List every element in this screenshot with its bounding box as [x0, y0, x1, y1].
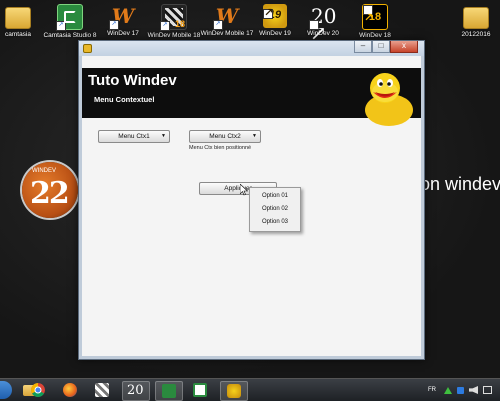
- desktop-icon-windev18[interactable]: 18 ↗ WinDev 18: [345, 4, 405, 40]
- context-menu-item-option-02[interactable]: Option 02: [250, 203, 300, 216]
- maximize-button[interactable]: □: [372, 41, 390, 53]
- window-controls: – □ x: [354, 41, 418, 53]
- desktop-icon-windev20[interactable]: 20 ↗ WinDev 20: [293, 4, 353, 45]
- desktop-icon-windev-mobile18[interactable]: 18 ↗ WinDev Mobile 18: [144, 4, 204, 40]
- network-icon[interactable]: [444, 387, 452, 394]
- menu-ctx-caption: Menu Ctx bien positionné: [189, 145, 252, 151]
- minimize-button[interactable]: –: [354, 41, 372, 53]
- header-banner: Tuto Windev Menu Contextuel: [82, 68, 421, 126]
- windev19-icon: 19 ↗: [263, 4, 287, 28]
- shortcut-arrow-icon: ↗: [213, 20, 223, 30]
- windev-mobile-icon: [95, 383, 109, 397]
- shortcut-arrow-icon: ↗: [363, 5, 373, 24]
- action-center-icon[interactable]: [457, 387, 464, 394]
- app-window: – □ x Tuto Windev Menu Contextuel Menu C…: [78, 40, 425, 360]
- chrome-icon: [31, 383, 45, 397]
- window-client-area: Tuto Windev Menu Contextuel Menu Ctx1 ▼ …: [82, 56, 421, 356]
- folder-icon: [463, 7, 489, 29]
- firefox-icon: [63, 383, 77, 397]
- taskbar-item-windev-app[interactable]: [89, 381, 115, 399]
- desktop-icon-camtasia-studio[interactable]: ↗ Camtasia Studio 8: [40, 4, 100, 40]
- windev22-logo: WINDEV 22: [22, 162, 78, 218]
- volume-icon[interactable]: [469, 386, 478, 394]
- taskbar-item-firefox[interactable]: [57, 381, 83, 399]
- windev20-icon: 20: [127, 383, 144, 398]
- chevron-down-icon: ▼: [252, 133, 257, 139]
- title-bar[interactable]: – □ x: [79, 41, 424, 56]
- windev20-icon: 20 ↗: [309, 4, 337, 45]
- shortcut-arrow-icon: ↗: [263, 7, 274, 19]
- close-button[interactable]: x: [390, 41, 418, 53]
- menu-ctx2-button[interactable]: Menu Ctx2 ▼: [189, 130, 261, 143]
- context-menu-item-option-03[interactable]: Option 03: [250, 216, 300, 229]
- shortcut-arrow-icon: ↗: [309, 20, 327, 45]
- wallpaper-text: on windev: [420, 174, 500, 194]
- context-menu-item-option-01[interactable]: Option 01: [250, 190, 300, 203]
- duck-logo: [365, 73, 413, 126]
- camtasia-studio-icon: ↗: [56, 4, 83, 31]
- camtasia-studio-icon: [162, 384, 176, 398]
- mouse-cursor-icon: [240, 184, 248, 196]
- desktop-icon-20122016-folder[interactable]: 20122016: [446, 4, 500, 39]
- camtasia-recorder-icon: [193, 383, 207, 397]
- windev-icon: [227, 384, 241, 398]
- taskbar-item-camtasia-studio[interactable]: [155, 381, 183, 401]
- language-indicator[interactable]: FR: [428, 379, 436, 401]
- display-icon[interactable]: [483, 386, 492, 394]
- taskbar-item-windev-running[interactable]: [220, 381, 248, 401]
- page-subtitle: Menu Contextuel: [94, 95, 155, 104]
- app-icon: [83, 44, 92, 53]
- shortcut-arrow-icon: ↗: [56, 21, 66, 31]
- menu-ctx1-button[interactable]: Menu Ctx1 ▼: [98, 130, 170, 143]
- page-title: Tuto Windev: [88, 72, 177, 89]
- windev-icon: W ↗: [109, 4, 135, 30]
- start-button[interactable]: [0, 381, 12, 399]
- windev18-icon: 18 ↗: [362, 4, 388, 30]
- folder-icon: [5, 7, 31, 29]
- windev-icon: W ↗: [213, 4, 239, 30]
- taskbar-item-windev20[interactable]: 20: [122, 381, 150, 401]
- taskbar: 20 FR: [0, 378, 500, 401]
- shortcut-arrow-icon: ↗: [160, 21, 170, 31]
- chevron-down-icon: ▼: [161, 133, 166, 139]
- taskbar-item-camtasia-recorder[interactable]: [187, 381, 213, 399]
- windev-mobile-icon: 18 ↗: [160, 4, 187, 31]
- context-menu: Option 01 Option 02 Option 03: [249, 187, 301, 232]
- shortcut-arrow-icon: ↗: [109, 20, 119, 30]
- taskbar-item-chrome[interactable]: [25, 381, 51, 399]
